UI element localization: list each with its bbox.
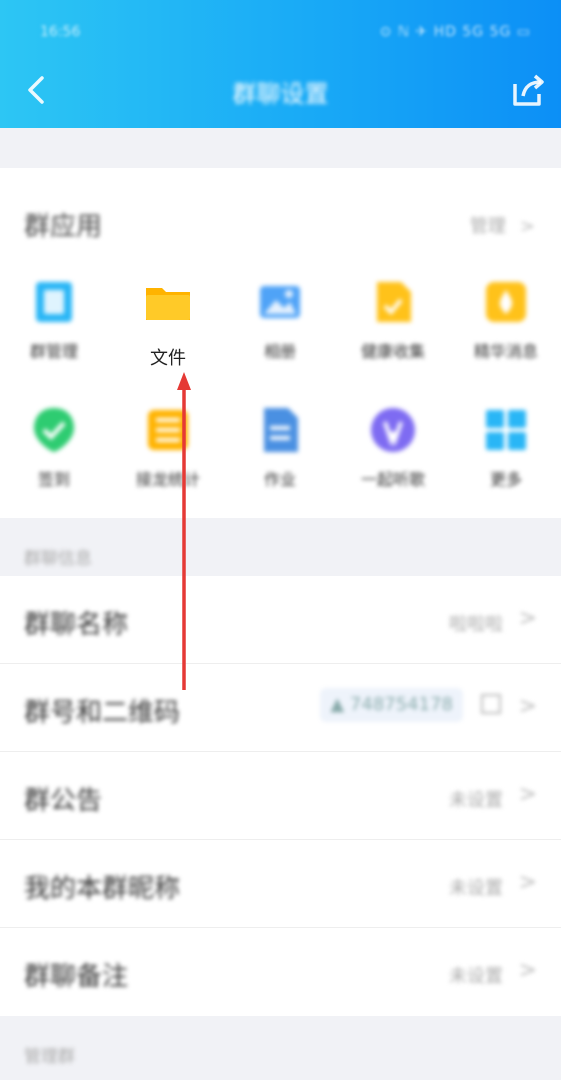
- app-label: 一起听歌: [360, 470, 425, 489]
- app-label: 文件: [150, 348, 186, 369]
- top-gap: [0, 128, 561, 168]
- app-group-manage[interactable]: 群管理: [4, 278, 104, 388]
- qr-code-icon: [481, 694, 501, 714]
- app-health-collect[interactable]: 健康收集: [343, 278, 443, 388]
- row-group-announcement[interactable]: 群公告 未设置 >: [0, 752, 561, 840]
- share-icon: [513, 74, 544, 106]
- checkin-icon: [34, 408, 74, 452]
- app-label: 相册: [263, 342, 296, 361]
- group-info-section: 群聊名称 啦啦啦 > 群号和二维码 ▲ 748754178 > 群公告 未设置 …: [0, 576, 561, 1016]
- row-label: 群公告: [24, 786, 103, 816]
- app-label: 精华消息: [473, 342, 538, 361]
- group-info-header: 群聊信息: [0, 518, 561, 576]
- section-title: 群聊信息: [24, 549, 92, 569]
- app-more[interactable]: 更多: [456, 406, 556, 516]
- status-time: 16:56: [40, 24, 81, 40]
- row-label: 群聊名称: [24, 610, 129, 640]
- app-label: 更多: [489, 470, 522, 489]
- essence-icon: [486, 282, 526, 322]
- page-title: 群聊设置: [232, 80, 329, 108]
- app-photo-album[interactable]: 相册: [230, 278, 330, 388]
- chevron-right-icon: >: [518, 870, 537, 895]
- row-value: 未设置: [449, 790, 503, 811]
- group-number-badge: ▲ 748754178: [320, 688, 463, 722]
- group-manage-icon: [36, 282, 72, 322]
- app-relay-stats[interactable]: 接龙统计: [118, 406, 218, 516]
- row-group-number-qr[interactable]: 群号和二维码 ▲ 748754178 >: [0, 664, 561, 752]
- group-settings-page: 16:56 ⊙ ℕ ✈ HD 5G 5G ▭ 群聊设置 群应用 管理 > 群管理…: [0, 0, 561, 1080]
- row-label: 群聊备注: [24, 962, 129, 992]
- row-value: 未设置: [449, 966, 503, 987]
- row-value: 未设置: [449, 878, 503, 899]
- more-grid-icon: [486, 410, 526, 450]
- status-bar: 16:56 ⊙ ℕ ✈ HD 5G 5G ▭: [0, 20, 561, 50]
- health-collect-icon: [377, 282, 411, 322]
- homework-icon: [264, 408, 298, 452]
- row-my-group-nickname[interactable]: 我的本群昵称 未设置 >: [0, 840, 561, 928]
- manage-apps-link[interactable]: 管理 >: [470, 212, 535, 238]
- app-label: 作业: [263, 470, 296, 489]
- row-label: 我的本群昵称: [24, 874, 181, 904]
- chevron-right-icon: >: [518, 782, 537, 807]
- music-icon: [371, 408, 415, 452]
- chevron-right-icon: >: [519, 216, 535, 237]
- app-label: 群管理: [29, 342, 78, 361]
- app-label: 健康收集: [360, 342, 425, 361]
- relay-stats-icon: [148, 410, 188, 450]
- manage-group-header: 管理群: [0, 1016, 561, 1080]
- app-file[interactable]: 文件: [118, 278, 218, 388]
- row-value: 啦啦啦: [449, 614, 503, 635]
- chevron-right-icon: >: [518, 606, 537, 631]
- app-essence[interactable]: 精华消息: [456, 278, 556, 388]
- group-number: 748754178: [349, 694, 453, 715]
- row-group-name[interactable]: 群聊名称 啦啦啦 >: [0, 576, 561, 664]
- group-apps-title: 群应用: [24, 212, 103, 242]
- folder-icon: [146, 288, 190, 320]
- share-button[interactable]: [509, 72, 547, 108]
- status-icons: ⊙ ℕ ✈ HD 5G 5G ▭: [379, 24, 531, 40]
- section-title: 管理群: [24, 1047, 75, 1067]
- app-listen-together[interactable]: 一起听歌: [343, 406, 443, 516]
- chevron-right-icon: >: [518, 958, 537, 983]
- photo-album-icon: [260, 286, 300, 318]
- app-homework[interactable]: 作业: [230, 406, 330, 516]
- app-label: 签到: [37, 470, 70, 489]
- chevron-right-icon: >: [518, 694, 537, 719]
- top-app-bar: 16:56 ⊙ ℕ ✈ HD 5G 5G ▭ 群聊设置: [0, 0, 561, 128]
- manage-label: 管理: [469, 216, 506, 237]
- group-apps-section: 群应用 管理 > 群管理 文件 相册 健康收集 精华消息 签到 接龙统计 作业 …: [0, 168, 561, 518]
- row-label: 群号和二维码: [24, 698, 181, 728]
- app-label: 接龙统计: [135, 470, 200, 489]
- app-checkin[interactable]: 签到: [4, 406, 104, 516]
- row-group-remark[interactable]: 群聊备注 未设置 >: [0, 928, 561, 1016]
